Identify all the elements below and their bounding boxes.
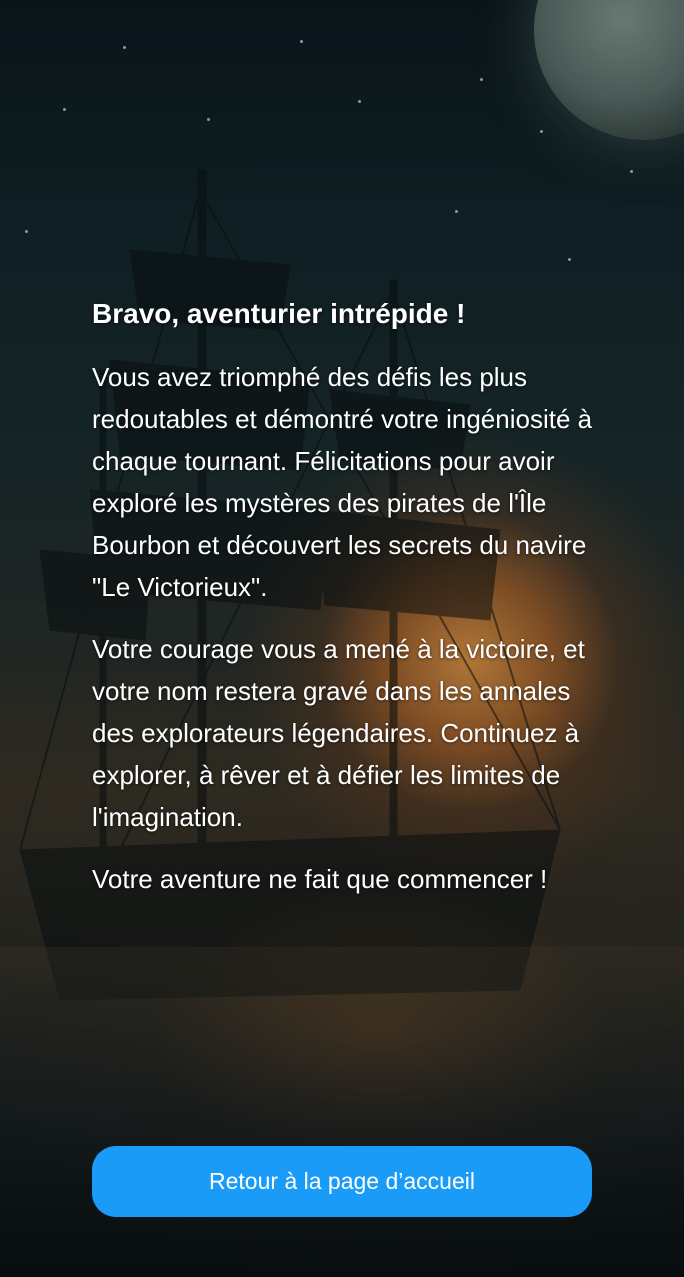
victory-message: Bravo, aventurier intrépide ! Vous avez … [92,294,612,920]
back-to-home-button[interactable]: Retour à la page d’accueil [92,1146,592,1217]
message-paragraph: Votre courage vous a mené à la victoire,… [92,634,585,832]
page-title: Bravo, aventurier intrépide ! [92,298,466,329]
message-paragraph: Vous avez triomphé des défis les plus re… [92,362,593,602]
message-paragraph: Votre aventure ne fait que commencer ! [92,864,548,894]
